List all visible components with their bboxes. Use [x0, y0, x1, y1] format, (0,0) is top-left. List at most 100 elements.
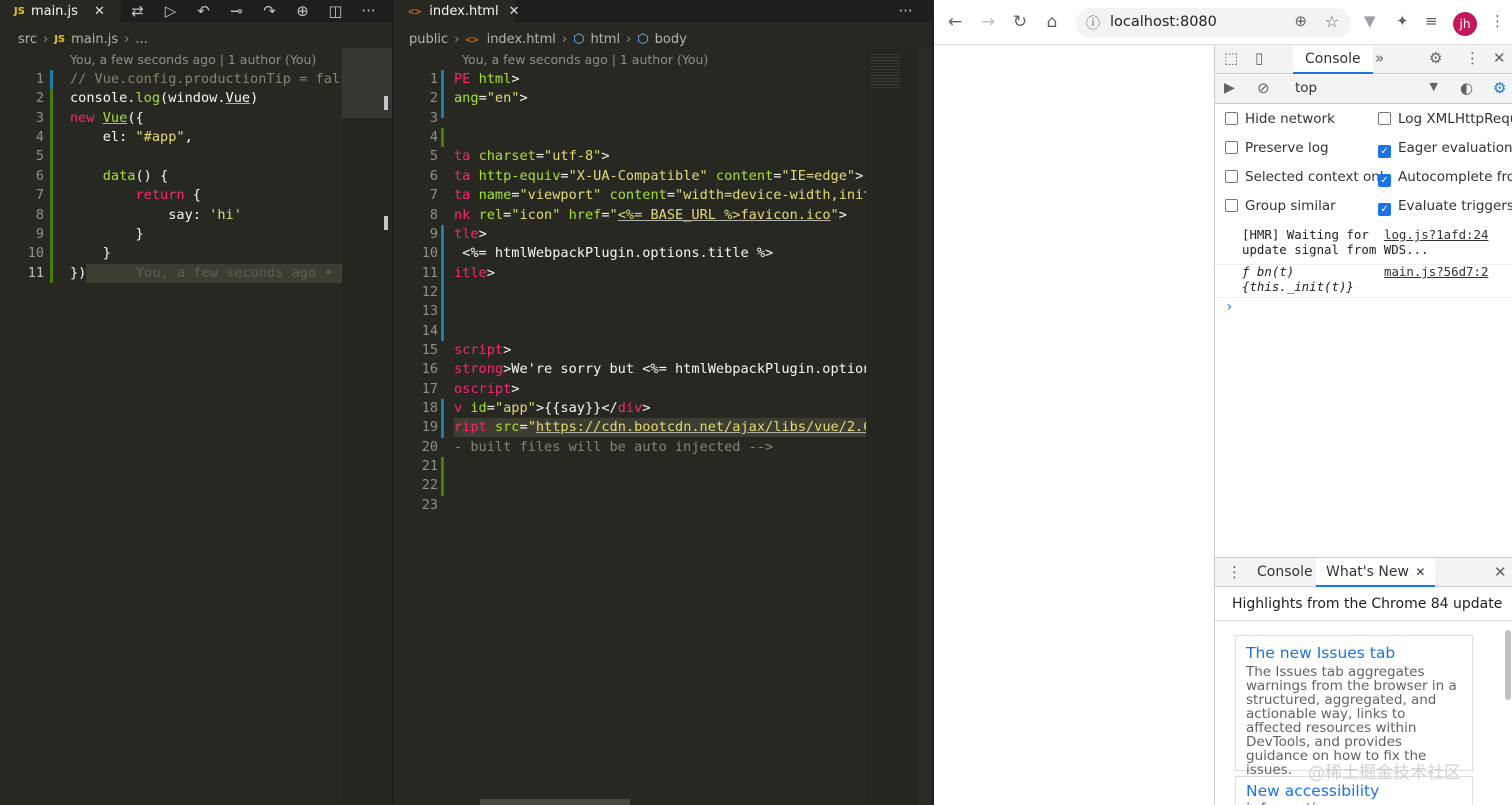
option-eager-evaluation[interactable]: ✓ Eager evaluation	[1378, 140, 1512, 158]
context-selector[interactable]: top ▼	[1293, 79, 1438, 100]
line-number: 19	[421, 419, 438, 435]
checkbox[interactable]	[1378, 112, 1391, 125]
line-number: 3	[35, 110, 44, 126]
tab-label: What's New	[1326, 564, 1409, 580]
previous-change-icon[interactable]: ↶	[187, 2, 220, 20]
media-control-icon[interactable]: ≡	[1425, 12, 1438, 30]
screen: JS main.js ✕ ⇄ ▷ ↶ ⊸ ↷ ⊕ ◫ ··· src › JS …	[0, 0, 1512, 805]
breadcrumb-item[interactable]: ...	[135, 32, 147, 47]
forward-icon[interactable]: →	[977, 12, 999, 32]
card-title[interactable]: The new Issues tab	[1246, 644, 1462, 662]
next-change-icon[interactable]: ↷	[253, 2, 286, 20]
drawer-tab-whats-new[interactable]: What's New ✕	[1316, 558, 1436, 587]
checkbox[interactable]	[1225, 170, 1238, 183]
right-editor: <> index.html ✕ ··· public › <> index.ht…	[394, 0, 932, 805]
settings-gear-icon[interactable]: ⚙	[1429, 49, 1442, 67]
clear-console-icon[interactable]: ⊘	[1257, 79, 1270, 97]
checkbox-checked[interactable]: ✓	[1378, 145, 1391, 158]
option-selected-context[interactable]: Selected context onl	[1225, 169, 1384, 185]
minimap[interactable]	[866, 48, 918, 805]
close-drawer-icon[interactable]: ✕	[1494, 563, 1507, 581]
chevron-down-icon: ▼	[1429, 80, 1438, 93]
whats-new-card[interactable]: The new Issues tab The Issues tab aggreg…	[1235, 635, 1473, 777]
scrollbar-thumb[interactable]	[384, 216, 388, 230]
line-number: 1	[429, 71, 438, 87]
option-evaluate-triggers[interactable]: ✓ Evaluate triggers us	[1378, 198, 1512, 216]
line-number: 11	[421, 265, 438, 281]
checkbox-checked[interactable]: ✓	[1378, 174, 1391, 187]
run-icon[interactable]: ▷	[154, 2, 187, 20]
close-icon[interactable]: ✕	[509, 4, 520, 19]
breadcrumb-item[interactable]: main.js	[71, 32, 118, 47]
breadcrumb-item[interactable]: public	[409, 32, 448, 47]
checkbox-checked[interactable]: ✓	[1378, 203, 1391, 216]
source-link[interactable]: log.js?1afd:24	[1384, 227, 1488, 242]
commit-icon[interactable]: ⊸	[220, 2, 253, 20]
drawer-scrollbar-thumb[interactable]	[1505, 630, 1511, 700]
code-line: script>	[454, 342, 512, 358]
close-icon[interactable]: ✕	[1415, 565, 1425, 579]
console-filter-bar: ▶ ⊘ top ▼ ◐ ⚙	[1215, 75, 1512, 104]
breadcrumb-item[interactable]: index.html	[487, 32, 556, 47]
browser-toolbar: ← → ↻ ⌂ ⓘ localhost:8080 ⊕ ☆ ▼ ✦ ≡ jh ⋮	[934, 0, 1512, 45]
option-group-similar[interactable]: Group similar	[1225, 198, 1336, 214]
html-file-icon: <>	[465, 32, 479, 46]
vue-devtools-icon[interactable]: ▼	[1364, 12, 1376, 30]
card-title[interactable]: New accessibility information	[1246, 782, 1462, 805]
reload-icon[interactable]: ↻	[1009, 12, 1031, 32]
minimap[interactable]	[342, 48, 392, 805]
horizontal-scrollbar[interactable]	[480, 799, 630, 805]
close-devtools-icon[interactable]: ✕	[1493, 49, 1506, 67]
back-icon[interactable]: ←	[944, 12, 966, 32]
avatar[interactable]: jh	[1453, 12, 1477, 36]
line-number: 23	[421, 497, 438, 513]
option-preserve-log[interactable]: Preserve log	[1225, 140, 1329, 156]
code-line: }	[70, 245, 111, 261]
live-expression-icon[interactable]: ◐	[1460, 79, 1473, 97]
inspect-element-icon[interactable]: ⬚	[1224, 49, 1238, 67]
drawer-tab-console[interactable]: Console	[1247, 558, 1323, 587]
breadcrumb-item[interactable]: html	[590, 32, 620, 47]
drawer-menu-icon[interactable]: ⋮	[1227, 563, 1242, 581]
source-link[interactable]: main.js?56d7:2	[1384, 264, 1488, 279]
tab-console[interactable]: Console	[1293, 45, 1373, 74]
checkbox[interactable]	[1225, 112, 1238, 125]
device-toolbar-icon[interactable]: ▯	[1255, 49, 1263, 67]
compare-icon[interactable]: ⇄	[121, 2, 154, 20]
open-changes-icon[interactable]: ⊕	[286, 2, 319, 20]
checkbox[interactable]	[1225, 199, 1238, 212]
tab-main-js[interactable]: JS main.js ✕	[0, 0, 121, 22]
extensions-icon[interactable]: ✦	[1396, 12, 1409, 30]
more-tabs-icon[interactable]: »	[1375, 49, 1384, 67]
option-label: Evaluate triggers us	[1398, 198, 1512, 214]
info-icon[interactable]: ⓘ	[1086, 13, 1100, 33]
vertical-scrollbar[interactable]	[918, 48, 932, 805]
code-line: data() {	[102, 168, 169, 184]
scrollbar-thumb[interactable]	[384, 96, 388, 110]
breadcrumb-item[interactable]: body	[655, 32, 687, 47]
breadcrumb-item[interactable]: src	[18, 32, 37, 47]
codelens-blame[interactable]: You, a few seconds ago | 1 author (You)	[70, 52, 316, 70]
close-icon[interactable]: ✕	[94, 4, 105, 19]
more-actions-icon[interactable]: ···	[889, 2, 922, 20]
option-hide-network[interactable]: Hide network	[1225, 111, 1335, 127]
split-editor-icon[interactable]: ◫	[319, 2, 352, 20]
code-line: }	[70, 226, 144, 242]
zoom-icon[interactable]: ⊕	[1294, 12, 1307, 30]
codelens-blame[interactable]: You, a few seconds ago | 1 author (You)	[462, 52, 708, 70]
home-icon[interactable]: ⌂	[1041, 12, 1063, 32]
tab-index-html[interactable]: <> index.html ✕	[394, 0, 519, 22]
checkbox[interactable]	[1225, 141, 1238, 154]
more-actions-icon[interactable]: ···	[352, 2, 385, 20]
option-log-xhr[interactable]: Log XMLHttpReque	[1378, 111, 1512, 127]
sidebar-toggle-icon[interactable]: ▶	[1224, 80, 1235, 96]
bookmark-star-icon[interactable]: ☆	[1325, 12, 1339, 31]
browser-window: ← → ↻ ⌂ ⓘ localhost:8080 ⊕ ☆ ▼ ✦ ≡ jh ⋮ …	[934, 0, 1512, 805]
address-bar[interactable]: ⓘ localhost:8080 ⊕ ☆	[1076, 8, 1351, 38]
option-autocomplete[interactable]: ✓ Autocomplete from	[1378, 169, 1512, 187]
devtools-menu-icon[interactable]: ⋮	[1465, 49, 1480, 67]
console-settings-icon[interactable]: ⚙	[1493, 79, 1506, 97]
menu-icon[interactable]: ⋮	[1490, 12, 1505, 30]
console-prompt[interactable]: ›	[1225, 299, 1233, 315]
